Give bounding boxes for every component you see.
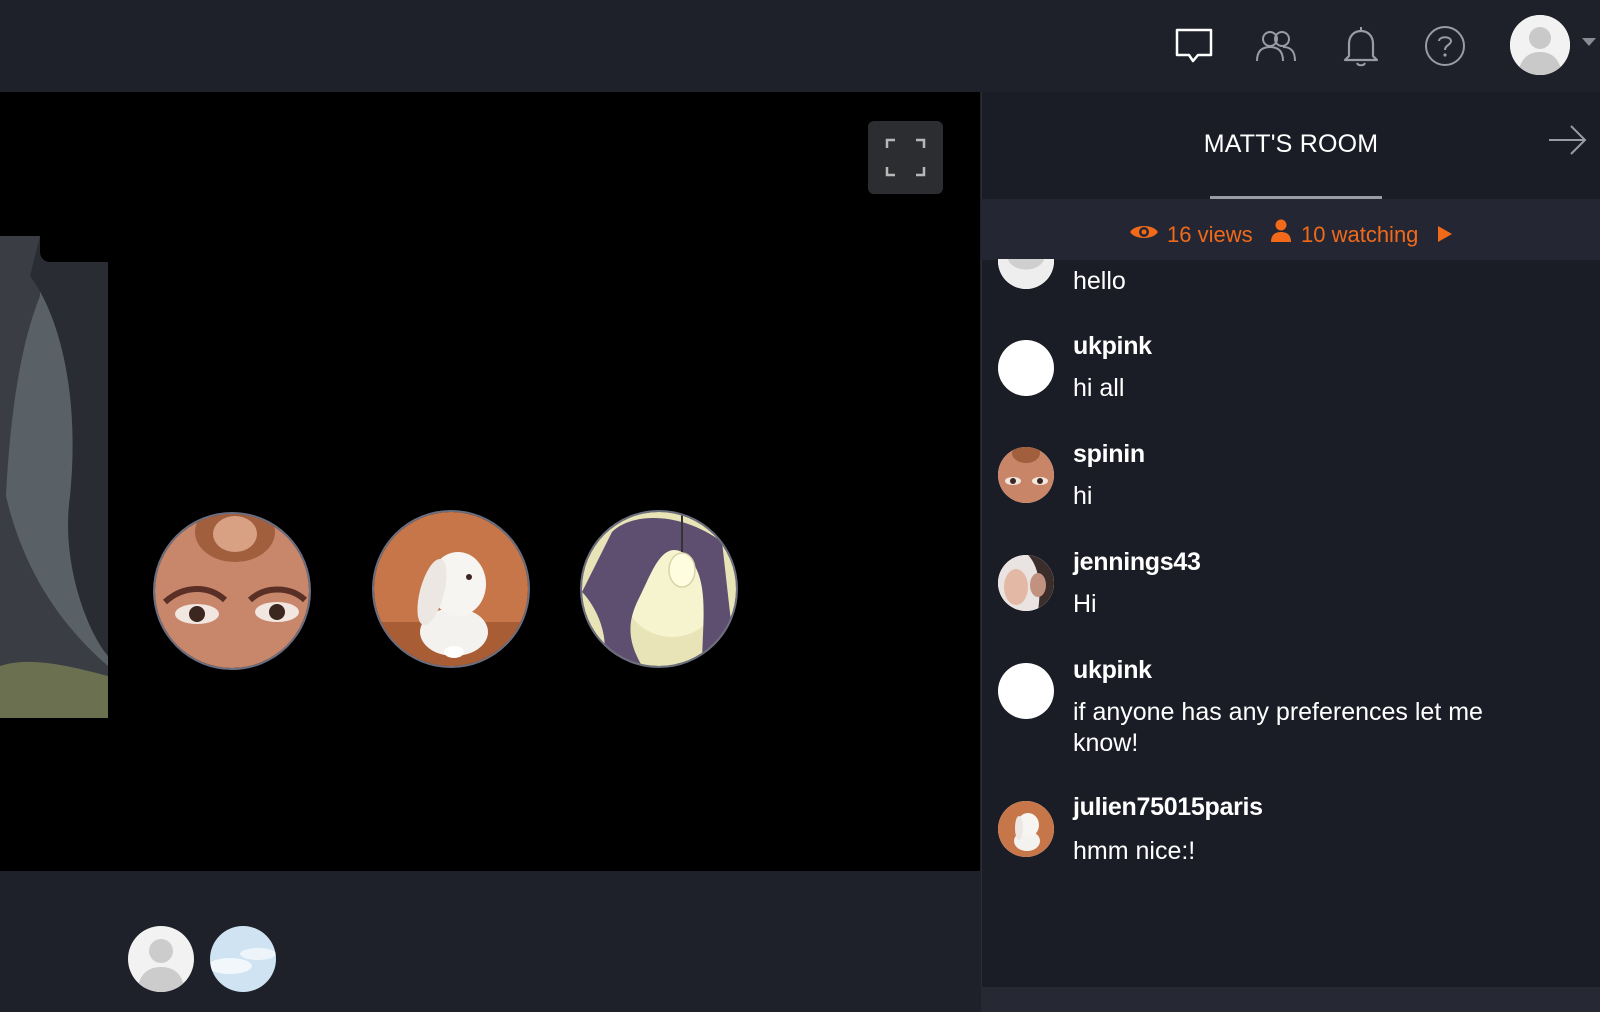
person-icon [1271,219,1291,242]
message-username[interactable]: ukpink [1073,332,1152,361]
help-icon[interactable] [1421,22,1469,70]
user-avatar[interactable] [1510,15,1570,75]
room-title: MATT'S ROOM [1203,130,1379,158]
play-icon[interactable] [1437,225,1453,243]
participant-video-thumbnail[interactable] [0,236,108,718]
audience-avatar-sky[interactable] [210,926,276,992]
views-count: 16 views [1167,222,1253,247]
video-overlay [40,92,980,262]
message-text: hello [1073,267,1126,295]
fullscreen-icon [885,138,926,177]
bell-icon[interactable] [1337,22,1385,70]
collapse-panel-arrow-icon[interactable] [1545,118,1589,162]
chat-icon[interactable] [1170,22,1218,70]
message-username[interactable]: julien75015paris [1073,793,1263,822]
message-avatar[interactable] [998,555,1054,611]
message-text: hi [1073,482,1093,510]
message-avatar[interactable] [998,447,1054,503]
message-username[interactable]: spinin [1073,440,1145,469]
profile-menu-caret-icon[interactable] [1582,38,1596,46]
message-text: Hi [1073,590,1097,618]
audience-avatar-placeholder[interactable] [128,926,194,992]
fullscreen-button[interactable] [868,121,943,194]
message-avatar[interactable] [998,663,1054,719]
message-avatar[interactable] [998,801,1054,857]
people-icon[interactable] [1252,22,1300,70]
message-text: hi all [1073,374,1125,402]
participant-avatar-bunny[interactable] [372,510,530,668]
message-avatar[interactable] [998,340,1054,396]
chat-input-area[interactable] [981,987,1600,1012]
video-stage [0,92,980,871]
message-username[interactable]: ukpink [1073,656,1152,685]
eye-icon [1130,226,1158,238]
participant-avatar-lightbulb[interactable] [580,510,738,668]
message-text: hmm nice:! [1073,837,1196,865]
message-text: if anyone has any preferences let me kno… [1073,698,1483,757]
watching-count: 10 watching [1301,222,1419,247]
participant-avatar-eyes[interactable] [153,512,311,670]
message-username[interactable]: jennings43 [1073,548,1201,577]
